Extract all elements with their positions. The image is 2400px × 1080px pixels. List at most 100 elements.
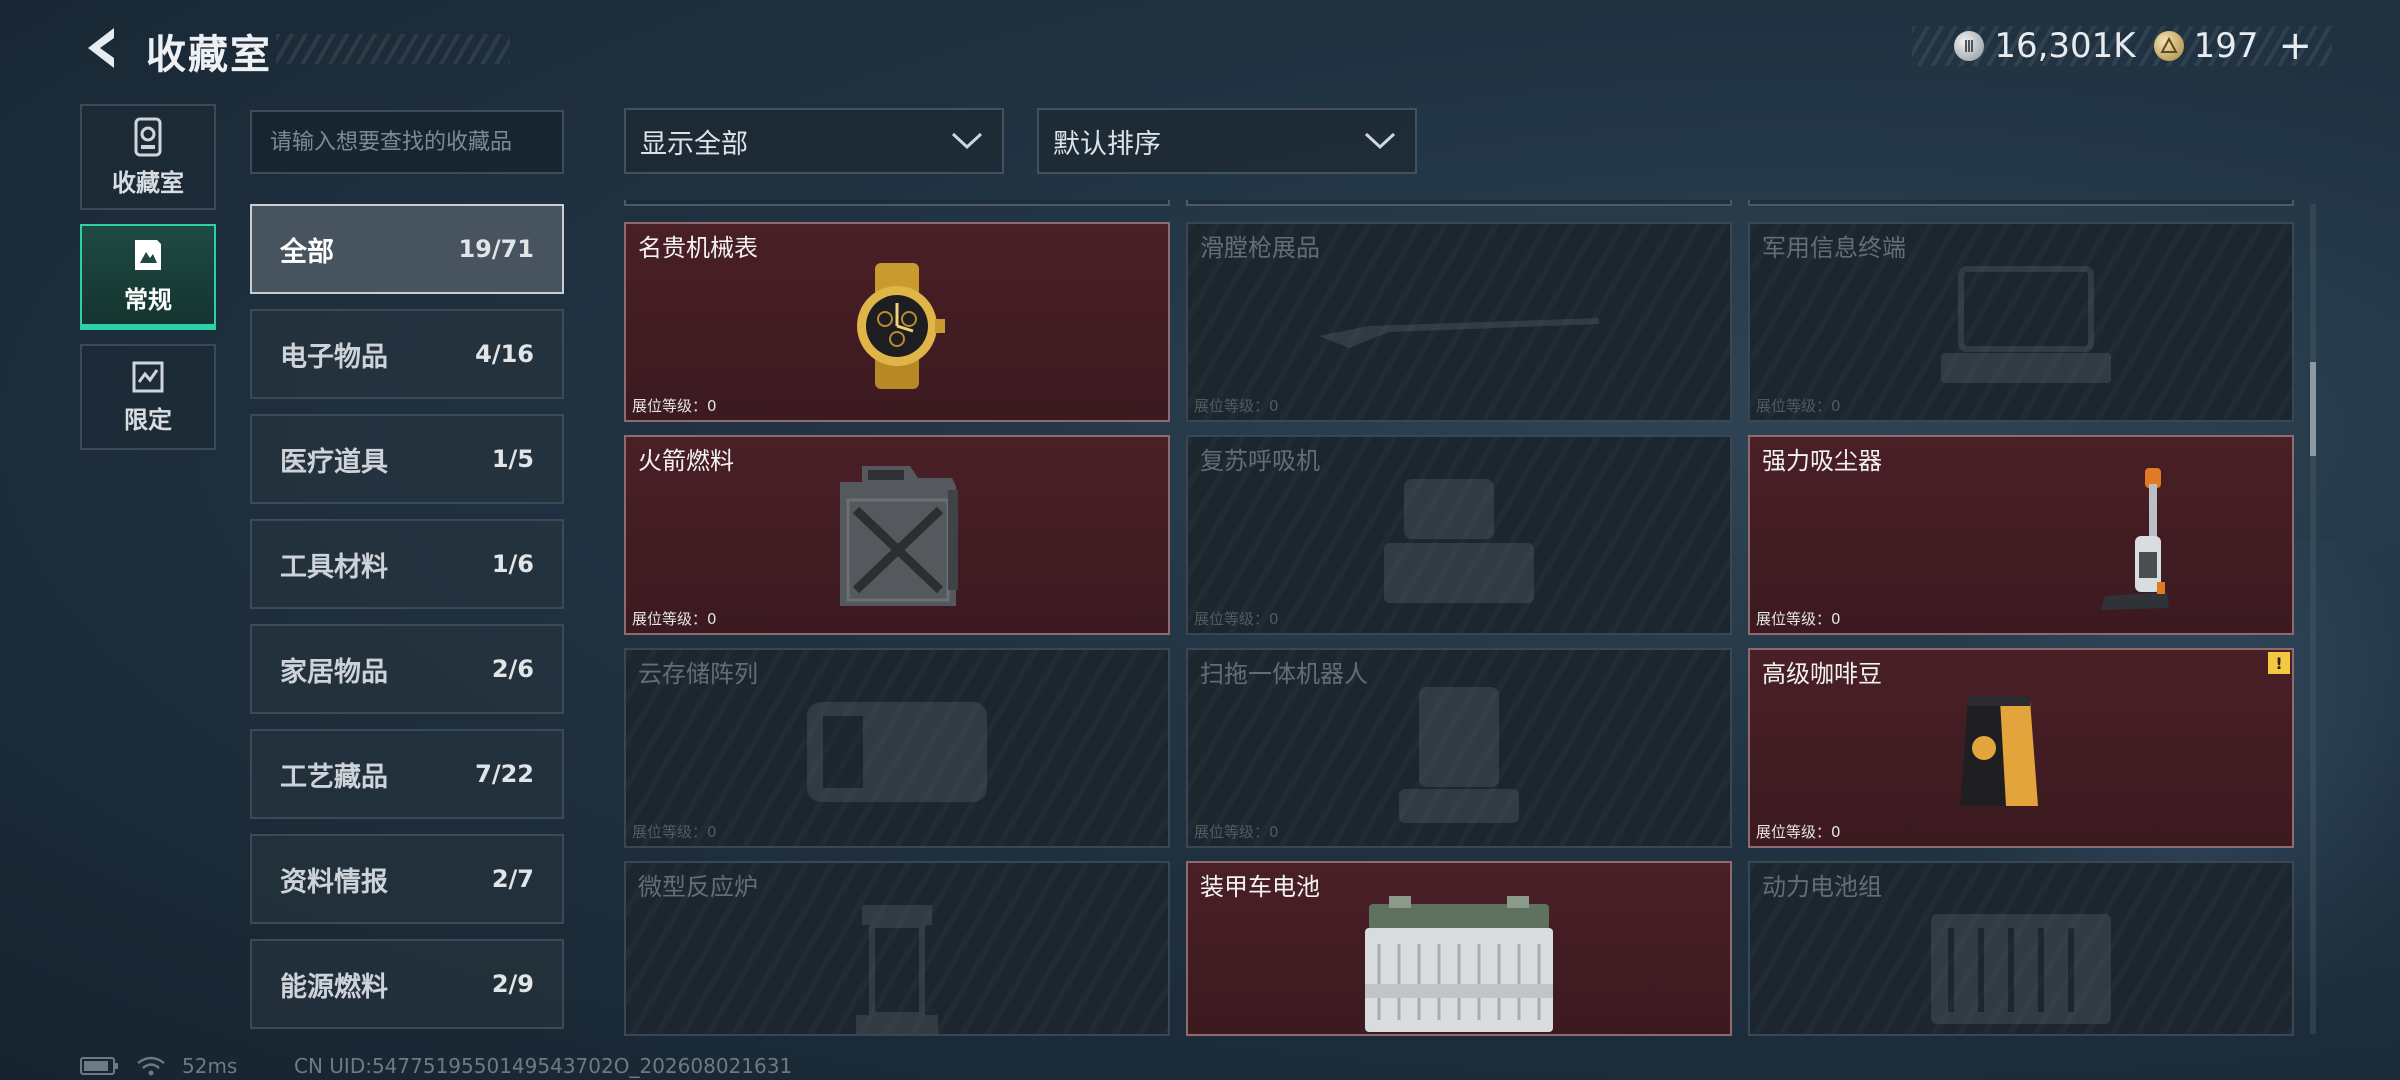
ping-value: 52ms [182,1054,238,1078]
back-button[interactable] [76,22,128,74]
item-name: 装甲车电池 [1200,873,1320,901]
booth-level: 展位等级：0 [1756,397,1841,415]
item-name: 火箭燃料 [638,447,734,475]
watch-icon [837,261,957,391]
item-card-battery-pack[interactable]: 动力电池组 [1748,861,2294,1036]
category-count: 2/9 [491,970,534,998]
card-edge [1186,200,1732,206]
booth-level: 展位等级：0 [632,610,717,628]
wifi-icon [137,1056,165,1076]
category-name: 电子物品 [280,341,388,373]
category-count: 1/5 [491,445,534,473]
grid-scrollbar[interactable] [2310,204,2316,1034]
filter-value: 显示全部 [640,128,748,160]
item-name: 高级咖啡豆 [1762,660,1882,688]
category-list: 全部 19/71 电子物品 4/16 医疗道具 1/5 工具材料 1/6 家居物… [250,204,564,1044]
page-title: 收藏室 [146,32,272,78]
category-intel[interactable]: 资料情报 2/7 [250,834,564,924]
warning-badge-icon: ! [2268,652,2290,674]
category-medical[interactable]: 医疗道具 1/5 [250,414,564,504]
terminal-icon [1921,261,2121,391]
sort-dropdown[interactable]: 默认排序 [1037,108,1417,174]
card-edge [624,200,1170,206]
category-name: 全部 [280,236,334,268]
category-count: 2/6 [491,655,534,683]
booth-level: 展位等级：0 [632,397,717,415]
gold-amount: 197 [2193,26,2259,66]
item-card-micro-reactor[interactable]: 微型反应炉 [624,861,1170,1036]
chevron-down-icon [951,132,983,150]
storage-array-icon [787,682,1007,822]
nav-label: 收藏室 [112,168,184,197]
category-energy[interactable]: 能源燃料 2/9 [250,939,564,1029]
item-name: 复苏呼吸机 [1200,447,1320,475]
collection-grid: 名贵机械表 展位等级：0 滑膛枪展品 展位等级：0 军用信息终端 展位等级：0 … [624,200,2296,1036]
item-name: 微型反应炉 [638,873,758,901]
category-count: 19/71 [458,235,534,263]
item-name: 名贵机械表 [638,234,758,262]
silver-currency: 16,301K [1954,26,2136,66]
item-name: 滑膛枪展品 [1200,234,1320,262]
currency-bar: 16,301K 197 + [1912,23,2332,69]
item-card-watch[interactable]: 名贵机械表 展位等级：0 [624,222,1170,422]
vacuum-icon [2095,464,2185,614]
booth-level: 展位等级：0 [632,823,717,841]
previous-row-edge [624,200,2296,208]
item-name: 扫拖一体机器人 [1200,660,1368,688]
category-name: 医疗道具 [280,446,388,478]
item-card-rocket-fuel[interactable]: 火箭燃料 展位等级：0 [624,435,1170,635]
item-name: 军用信息终端 [1762,234,1906,262]
silver-amount: 16,301K [1994,26,2136,66]
category-household[interactable]: 家居物品 2/6 [250,624,564,714]
item-card-armored-battery[interactable]: 装甲车电池 [1186,861,1732,1036]
item-name: 云存储阵列 [638,660,758,688]
user-uid: CN UID:5477519550149543702O_202608021631 [294,1054,793,1078]
back-arrow-icon [88,28,114,68]
category-crafts[interactable]: 工艺藏品 7/22 [250,729,564,819]
vault-icon [134,117,162,156]
booth-level: 展位等级：0 [1194,610,1279,628]
category-name: 家居物品 [280,656,388,688]
gold-currency: 197 [2153,26,2259,66]
category-count: 7/22 [475,760,534,788]
category-name: 工艺藏品 [280,761,388,793]
item-name: 动力电池组 [1762,873,1882,901]
item-card-musket[interactable]: 滑膛枪展品 展位等级：0 [1186,222,1732,422]
battery-status-icon [80,1057,118,1075]
search-input[interactable] [250,110,564,174]
nav-item-vault[interactable]: 收藏室 [80,104,216,210]
item-card-coffee-beans[interactable]: 高级咖啡豆 ! 展位等级：0 [1748,648,2294,848]
battery-pack-icon [1921,904,2121,1034]
category-count: 4/16 [475,340,534,368]
category-count: 1/6 [491,550,534,578]
booth-level: 展位等级：0 [1194,397,1279,415]
robot-mop-icon [1389,677,1529,827]
item-card-ventilator[interactable]: 复苏呼吸机 展位等级：0 [1186,435,1732,635]
musket-icon [1309,296,1609,356]
chevron-down-icon [1364,132,1396,150]
nav-item-limited[interactable]: 限定 [80,344,216,450]
fuel-can-icon [832,460,962,610]
category-name: 工具材料 [280,551,388,583]
item-card-robot-mop[interactable]: 扫拖一体机器人 展位等级：0 [1186,648,1732,848]
add-currency-button[interactable]: + [2278,23,2312,69]
category-tools[interactable]: 工具材料 1/6 [250,519,564,609]
booth-level: 展位等级：0 [1194,823,1279,841]
category-all[interactable]: 全部 19/71 [250,204,564,294]
item-card-cloud-storage[interactable]: 云存储阵列 展位等级：0 [624,648,1170,848]
item-card-vacuum[interactable]: 强力吸尘器 展位等级：0 [1748,435,2294,635]
sort-value: 默认排序 [1053,128,1161,160]
category-name: 能源燃料 [280,971,388,1003]
card-edge [1748,200,2294,206]
category-name: 资料情报 [280,866,388,898]
scrollbar-thumb[interactable] [2310,362,2316,456]
status-bar: 52ms [80,1052,237,1080]
title-decoration [276,34,510,64]
item-card-terminal[interactable]: 军用信息终端 展位等级：0 [1748,222,2294,422]
limited-icon [132,361,164,392]
nav-item-regular[interactable]: 常规 [80,224,216,330]
category-electronics[interactable]: 电子物品 4/16 [250,309,564,399]
filter-dropdown[interactable]: 显示全部 [624,108,1004,174]
silver-coin-icon [1954,31,1985,61]
reactor-icon [842,899,952,1034]
